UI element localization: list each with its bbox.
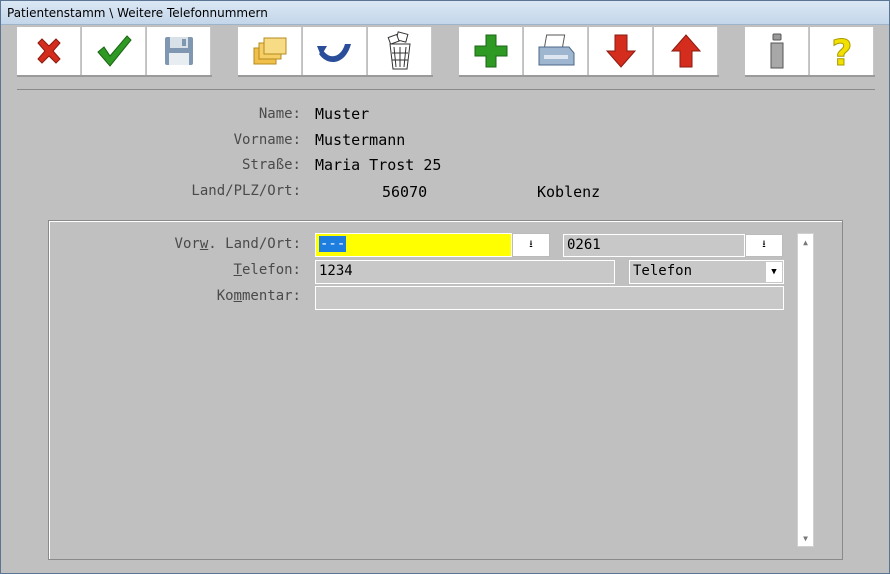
move-down-button[interactable] [589,27,653,75]
kommentar-label: Kommentar: [216,288,301,304]
window-title: Patientenstamm \ Weitere Telefonnummern [7,6,268,20]
open-folder-button[interactable] [238,27,302,75]
dropdown-arrow-icon: ⭳ [762,239,766,250]
save-button[interactable] [147,27,211,75]
phone-type-select[interactable]: Telefon ▼ [629,260,784,284]
main-window: Patientenstamm \ Weitere Telefonnummern [0,0,890,574]
floppy-disk-icon [164,37,193,65]
undo-arrow-icon [316,44,351,63]
chevron-down-icon: ▼ [766,262,782,282]
dropdown-arrow-icon: ⭳ [529,238,533,250]
delete-button[interactable] [368,27,432,75]
vorname-value: Mustermann [315,131,406,149]
printer-icon [538,34,574,66]
green-check-icon [96,35,132,67]
print-button[interactable] [524,27,588,75]
red-arrow-down-icon [605,34,636,68]
separator-line [17,89,875,90]
red-x-icon [36,38,61,64]
ort-value: Koblenz [537,183,601,201]
vorwahl-land-dropdown-button[interactable]: ⭳ [512,233,550,257]
undo-button[interactable] [303,27,367,75]
trash-bin-icon [387,31,411,70]
scroll-up-arrow-icon[interactable]: ▲ [798,234,813,250]
add-button[interactable] [459,27,523,75]
move-up-button[interactable] [654,27,718,75]
cancel-button[interactable] [17,27,81,75]
telefon-input[interactable]: 1234 [315,260,615,284]
question-mark-icon: ? [831,33,853,71]
scroll-down-arrow-icon[interactable]: ▼ [798,530,813,546]
title-bar: Patientenstamm \ Weitere Telefonnummern [1,1,889,25]
land-plz-ort-label: Land/PLZ/Ort: [191,183,301,199]
help-button[interactable]: ? [810,27,874,75]
selected-text: --- [319,236,347,252]
strasse-label: Straße: [241,157,301,173]
vorwahl-label: Vorw. Land/Ort: [174,236,301,252]
vorwahl-land-input[interactable]: --- [315,233,512,257]
svg-text:?: ? [831,33,852,70]
kommentar-input[interactable] [315,286,784,310]
red-arrow-up-icon [670,34,701,68]
plz-value: 56070 [382,183,428,201]
vorwahl-ort-dropdown-button[interactable]: ⭳ [745,234,783,257]
info-button[interactable] [745,27,809,75]
strasse-value: Maria Trost 25 [315,156,442,174]
confirm-button[interactable] [82,27,146,75]
name-value: Muster [315,105,370,123]
telefon-label: Telefon: [233,262,301,278]
info-pillar-icon [770,33,783,69]
green-plus-icon [474,34,507,68]
vorwahl-ort-input[interactable]: 0261 [563,234,745,257]
phone-type-value: Telefon [633,263,693,279]
vertical-scrollbar[interactable]: ▲ ▼ [797,233,814,547]
vorname-label: Vorname: [233,132,301,148]
name-label: Name: [258,106,301,122]
folders-icon [253,37,286,65]
